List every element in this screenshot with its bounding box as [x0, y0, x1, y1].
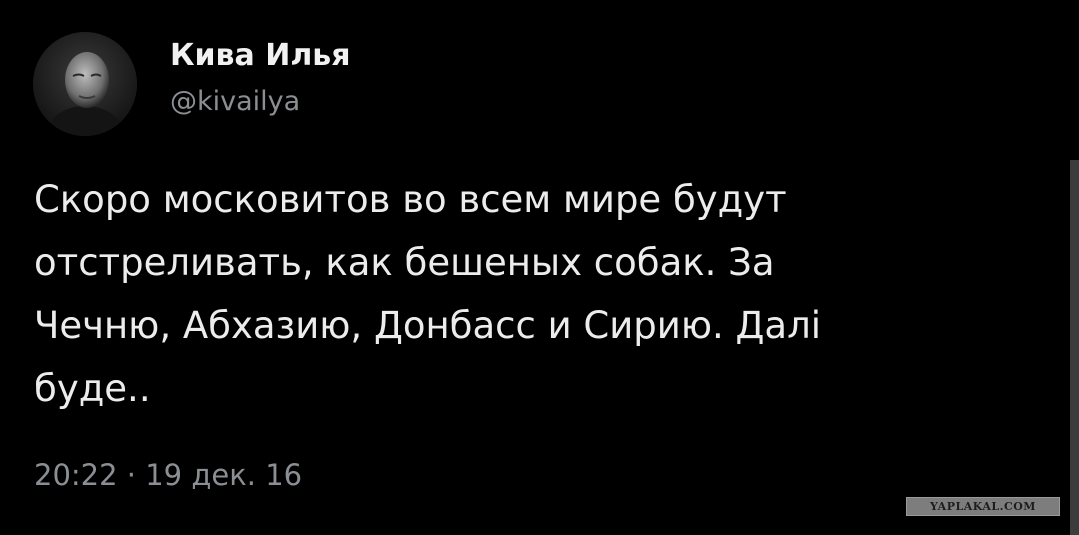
tweet-text-line: отстреливать, как бешеных собак. За — [34, 241, 775, 284]
tweet-card: Кива Илья @kivailya Скоро московитов во … — [0, 0, 1079, 535]
person-portrait-icon — [33, 32, 137, 136]
author-handle[interactable]: @kivailya — [170, 86, 300, 117]
site-watermark: YAPLAKAL.COM — [906, 497, 1060, 516]
tweet-text-line: Скоро московитов во всем мире будут — [34, 178, 787, 221]
tweet-text-line: Чечню, Абхазию, Донбасс и Сирию. Далі — [34, 304, 822, 347]
scrollbar[interactable] — [1070, 160, 1079, 535]
tweet-text: Скоро московитов во всем мире будут отст… — [34, 168, 1044, 420]
author-avatar[interactable] — [33, 32, 137, 136]
author-display-name[interactable]: Кива Илья — [170, 38, 351, 73]
tweet-timestamp[interactable]: 20:22 · 19 дек. 16 — [34, 458, 302, 492]
tweet-text-line: буде.. — [34, 367, 151, 410]
